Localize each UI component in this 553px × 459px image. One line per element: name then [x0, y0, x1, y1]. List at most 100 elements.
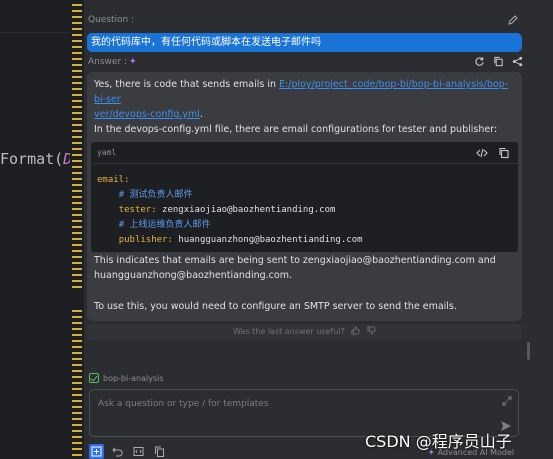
gutter-change-marker: [72, 172, 82, 174]
gutter-change-marker: [72, 154, 82, 156]
context-selector[interactable]: bop-bi-analysis: [89, 373, 164, 383]
answer-smtp-sentence: To use this, you would need to configure…: [94, 301, 457, 312]
gutter-change-marker: [72, 190, 82, 192]
panel-scrollbar[interactable]: [527, 342, 530, 360]
gutter-change-marker: [72, 370, 82, 372]
gutter-change-marker: [72, 442, 82, 444]
gutter-change-marker: [72, 244, 82, 246]
gutter-change-marker: [72, 136, 82, 138]
code-block: yaml email: # 测试负责人邮件 tester: zengxiaoji…: [91, 142, 518, 252]
yaml-comment-publisher: # 上线运维负责人邮件: [118, 220, 211, 230]
code-language-label: yaml: [97, 148, 117, 157]
undo-arrow-icon: [112, 447, 123, 457]
answer-indicates-line1: This indicates that emails are being sen…: [94, 255, 496, 266]
file-path-link-part2[interactable]: ver/devops-config.yml: [94, 109, 200, 120]
code-block-content: email: # 测试负责人邮件 tester: zengxiaojiao@ba…: [97, 173, 363, 248]
gutter-change-marker: [72, 10, 82, 12]
context-project-name: bop-bi-analysis: [103, 373, 164, 383]
gutter-change-marker: [72, 52, 82, 54]
gutter-change-marker: [72, 346, 82, 348]
question-bubble: 我的代码库中，有任何代码或脚本在发送电子邮件吗: [87, 33, 522, 52]
expand-icon[interactable]: [502, 396, 512, 406]
gutter-change-marker: [72, 430, 82, 432]
answer-indicates-line2: huangguanzhong@baozhentianding.com.: [94, 270, 292, 281]
gutter-change-marker: [72, 424, 82, 426]
gutter-change-marker: [72, 76, 82, 78]
gutter-change-marker: [72, 340, 82, 342]
gutter-change-marker: [72, 16, 82, 18]
edit-pencil-icon[interactable]: [507, 14, 519, 26]
gutter-change-marker: [72, 436, 82, 438]
documents-icon: [155, 446, 164, 457]
gutter-change-marker: [72, 112, 82, 114]
snippet-button[interactable]: [131, 444, 146, 459]
gutter-change-marker: [72, 88, 82, 90]
code-block-header: yaml: [91, 142, 518, 164]
gutter-change-marker: [72, 40, 82, 42]
copy-icon[interactable]: [493, 56, 504, 67]
gutter-change-marker: [72, 82, 82, 84]
code-fragment: Format(: [0, 150, 64, 168]
answer-indicates: This indicates that emails are being sen…: [94, 253, 519, 283]
gutter-change-marker: [72, 322, 82, 324]
code-block-actions: [476, 147, 510, 159]
gutter-change-marker: [72, 388, 82, 390]
gutter-change-marker: [72, 256, 82, 258]
copy-code-icon[interactable]: [498, 147, 510, 159]
gutter-change-marker: [72, 448, 82, 450]
gutter-change-marker: [72, 400, 82, 402]
feedback-bar: Was the last answer useful?: [87, 324, 522, 340]
new-chat-button[interactable]: [89, 444, 104, 459]
thumbs-down-icon[interactable]: [367, 326, 376, 335]
snippet-icon: [133, 447, 144, 456]
insert-code-icon[interactable]: [476, 147, 488, 159]
gutter-change-marker: [72, 358, 82, 360]
gutter-change-marker: [72, 232, 82, 234]
gutter-change-marker: [72, 406, 82, 408]
gutter-change-marker: [72, 34, 82, 36]
watermark-text: CSDN @程序员山子: [365, 432, 512, 451]
gutter-change-marker: [72, 100, 82, 102]
gutter-change-marker: [72, 166, 82, 168]
gutter-change-marker: [72, 202, 82, 204]
gutter-change-marker: [72, 142, 82, 144]
gutter-change-marker: [72, 352, 82, 354]
yaml-key-tester: tester:: [118, 205, 157, 215]
regenerate-icon[interactable]: [474, 56, 485, 67]
answer-label: Answer : ✦: [88, 57, 137, 67]
gutter-change-marker: [72, 208, 82, 210]
gutter-change-marker: [72, 58, 82, 60]
gutter-change-marker: [72, 268, 82, 270]
sparkle-icon: ✦: [129, 57, 137, 67]
gutter-change-marker: [72, 238, 82, 240]
gutter-change-marker: [72, 106, 82, 108]
gutter-change-marker: [72, 412, 82, 414]
gutter-change-marker: [72, 214, 82, 216]
chat-input-placeholder: Ask a question or type / for templates: [98, 399, 269, 409]
plus-box-icon: [91, 446, 102, 457]
gutter-change-marker: [72, 148, 82, 150]
code-editor[interactable]: Format(DATI: [0, 0, 99, 459]
gutter-change-marker: [72, 376, 82, 378]
gutter-change-marker: [72, 4, 82, 6]
history-button[interactable]: [110, 444, 125, 459]
gutter-change-marker: [72, 178, 82, 180]
gutter-change-marker: [72, 196, 82, 198]
answer-intro-text: Yes, there is code that sends emails in: [94, 79, 280, 90]
gutter-change-marker: [72, 418, 82, 420]
thumbs-up-icon[interactable]: [351, 326, 360, 335]
gutter-change-marker: [72, 250, 82, 252]
gutter-change-marker: [72, 64, 82, 66]
gutter-change-marker: [72, 262, 82, 264]
context-checkbox-icon[interactable]: [89, 373, 99, 383]
input-toolbar: [89, 444, 167, 459]
copy-all-button[interactable]: [152, 444, 167, 459]
gutter-change-marker: [72, 28, 82, 30]
gutter-change-marker: [72, 160, 82, 162]
answer-label-text: Answer :: [88, 57, 128, 67]
gutter-change-marker: [72, 364, 82, 366]
share-icon[interactable]: [512, 56, 523, 67]
gutter-change-marker: [72, 46, 82, 48]
answer-card: Yes, there is code that sends emails in …: [87, 72, 522, 321]
ai-assistant-panel: Question : 我的代码库中，有任何代码或脚本在发送电子邮件吗 Answe…: [84, 0, 553, 459]
